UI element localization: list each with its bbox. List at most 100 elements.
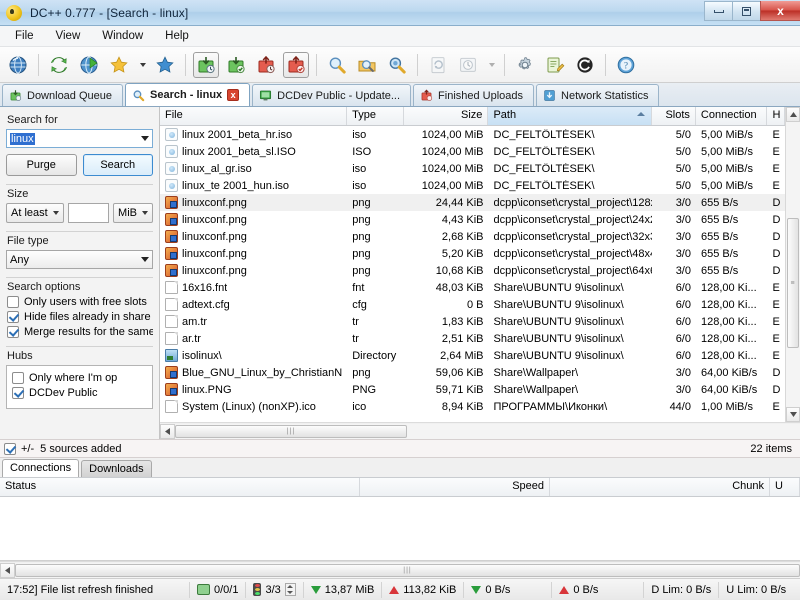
scroll-track[interactable]: ||| [175, 424, 800, 439]
transfer-column-header-status[interactable]: Status [0, 478, 360, 496]
column-header-file[interactable]: File [160, 107, 347, 125]
search-input[interactable]: linux [6, 129, 153, 148]
scroll-left-button[interactable] [0, 563, 15, 578]
scroll-track[interactable]: ≡ [786, 122, 800, 407]
favorite-users-icon[interactable] [152, 52, 178, 78]
refresh-filelist-icon[interactable] [572, 52, 598, 78]
tab-dcdev-public[interactable]: DCDev Public - Update... [252, 84, 411, 106]
transfer-rows[interactable] [0, 497, 800, 561]
table-row[interactable]: isolinux\Directory2,64 MiBShare\UBUNTU 9… [160, 347, 785, 364]
favorite-hubs-dropdown-icon[interactable] [136, 52, 148, 78]
upload-queue-icon[interactable] [253, 52, 279, 78]
table-row[interactable]: linux_al_gr.isoiso1024,00 MiBDC_FELTÖLTÉ… [160, 160, 785, 177]
public-hubs-icon[interactable] [5, 52, 31, 78]
column-header-type[interactable]: Type [347, 107, 404, 125]
notepad-icon[interactable] [542, 52, 568, 78]
scroll-track[interactable]: ||| [15, 563, 800, 578]
tab-search-linux[interactable]: Search - linux x [125, 83, 250, 106]
open-file-list-icon[interactable] [425, 52, 451, 78]
maximize-button[interactable] [732, 1, 760, 21]
scroll-up-button[interactable] [786, 107, 800, 122]
table-row[interactable]: linux.PNGPNG59,71 KiBShare\Wallpaper\3/0… [160, 381, 785, 398]
table-row[interactable]: linux_te 2001_hun.isoiso1024,00 MiBDC_FE… [160, 177, 785, 194]
size-input[interactable] [68, 203, 109, 223]
search-button[interactable]: Search [83, 154, 154, 176]
purge-button[interactable]: Purge [6, 154, 77, 176]
checkbox[interactable] [7, 326, 19, 338]
search-icon[interactable] [324, 52, 350, 78]
scroll-down-button[interactable] [786, 407, 800, 422]
finished-downloads-icon[interactable] [223, 52, 249, 78]
adl-search-icon[interactable] [354, 52, 380, 78]
table-row[interactable]: linuxconf.pngpng10,68 KiBdcpp\iconset\cr… [160, 262, 785, 279]
table-row[interactable]: System (Linux) (nonXP).icoico8,94 KiBПРО… [160, 398, 785, 415]
scroll-left-button[interactable] [160, 424, 175, 439]
scroll-thumb[interactable]: ≡ [787, 218, 799, 348]
transfer-horizontal-scrollbar[interactable]: ||| [0, 561, 800, 578]
option-free-slots[interactable]: Only users with free slots [7, 296, 153, 308]
file-type-select[interactable]: Any [6, 250, 153, 269]
minimize-button[interactable] [704, 1, 732, 21]
tab-finished-uploads[interactable]: Finished Uploads [413, 84, 534, 106]
checkbox[interactable] [7, 296, 19, 308]
finished-uploads-icon[interactable] [283, 52, 309, 78]
chevron-down-icon[interactable] [141, 136, 149, 141]
menu-item-view[interactable]: View [45, 27, 92, 45]
table-row[interactable]: Blue_GNU_Linux_by_ChristianNick...png59,… [160, 364, 785, 381]
hub-item-only-op[interactable]: Only where I'm op [12, 372, 148, 384]
transfer-column-header-chunk[interactable]: Chunk [550, 478, 770, 496]
checkbox[interactable] [12, 372, 24, 384]
close-button[interactable]: x [760, 1, 800, 21]
column-header-slots[interactable]: Slots [652, 107, 696, 125]
table-row[interactable]: linuxconf.pngpng4,43 KiBdcpp\iconset\cry… [160, 211, 785, 228]
table-row[interactable]: linux 2001_beta_sl.ISOISO1024,00 MiBDC_F… [160, 143, 785, 160]
recent-hubs-dropdown-icon[interactable] [485, 52, 497, 78]
column-header-size[interactable]: Size [404, 107, 489, 125]
recent-hubs-icon[interactable] [455, 52, 481, 78]
favorite-hubs-icon[interactable] [106, 52, 132, 78]
follow-redirect-icon[interactable] [76, 52, 102, 78]
size-mode-select[interactable]: At least [6, 203, 64, 223]
table-row[interactable]: linuxconf.pngpng24,44 KiBdcpp\iconset\cr… [160, 194, 785, 211]
spinner-icon[interactable] [285, 583, 296, 596]
tab-close-icon[interactable]: x [227, 89, 239, 101]
checkbox[interactable] [12, 387, 24, 399]
table-row[interactable]: linux 2001_beta_hr.isoiso1024,00 MiBDC_F… [160, 126, 785, 143]
download-queue-icon[interactable] [193, 52, 219, 78]
checkbox[interactable] [7, 311, 19, 323]
menu-item-help[interactable]: Help [154, 27, 200, 45]
results-rows[interactable]: linux 2001_beta_hr.isoiso1024,00 MiBDC_F… [160, 126, 785, 422]
table-row[interactable]: adtext.cfgcfg0 BShare\UBUNTU 9\isolinux\… [160, 296, 785, 313]
search-spy-icon[interactable] [384, 52, 410, 78]
tab-download-queue[interactable]: Download Queue [2, 84, 123, 106]
menu-item-window[interactable]: Window [91, 27, 154, 45]
menu-item-file[interactable]: File [4, 27, 45, 45]
column-header-path[interactable]: Path [488, 107, 652, 125]
scroll-thumb[interactable]: ||| [175, 425, 407, 438]
hubs-list[interactable]: Only where I'm op DCDev Public [6, 365, 153, 409]
column-header-h[interactable]: H [767, 107, 785, 125]
plus-minus-label[interactable]: +/- [21, 443, 34, 455]
help-icon[interactable]: ? [613, 52, 639, 78]
transfer-column-header-speed[interactable]: Speed [360, 478, 550, 496]
scroll-thumb[interactable]: ||| [15, 564, 800, 577]
table-row[interactable]: ar.trtr2,51 KiBShare\UBUNTU 9\isolinux\6… [160, 330, 785, 347]
size-unit-select[interactable]: MiB [113, 203, 153, 223]
table-row[interactable]: linuxconf.pngpng5,20 KiBdcpp\iconset\cry… [160, 245, 785, 262]
transfer-column-header-u[interactable]: U [770, 478, 800, 496]
table-row[interactable]: am.trtr1,83 KiBShare\UBUNTU 9\isolinux\6… [160, 313, 785, 330]
auto-add-sources-checkbox[interactable] [4, 443, 16, 455]
results-horizontal-scrollbar[interactable]: ||| [160, 422, 800, 439]
hub-item-dcdev-public[interactable]: DCDev Public [12, 387, 148, 399]
reconnect-icon[interactable] [46, 52, 72, 78]
chevron-down-icon[interactable] [141, 257, 149, 262]
settings-icon[interactable] [512, 52, 538, 78]
tab-network-statistics[interactable]: Network Statistics [536, 84, 659, 106]
option-merge-results[interactable]: Merge results for the same fil [7, 326, 153, 338]
tab-downloads[interactable]: Downloads [81, 460, 151, 477]
results-vertical-scrollbar[interactable]: ≡ [785, 107, 800, 422]
table-row[interactable]: 16x16.fntfnt48,03 KiBShare\UBUNTU 9\isol… [160, 279, 785, 296]
tab-connections[interactable]: Connections [2, 459, 79, 477]
column-header-connection[interactable]: Connection [696, 107, 768, 125]
table-row[interactable]: linuxconf.pngpng2,68 KiBdcpp\iconset\cry… [160, 228, 785, 245]
